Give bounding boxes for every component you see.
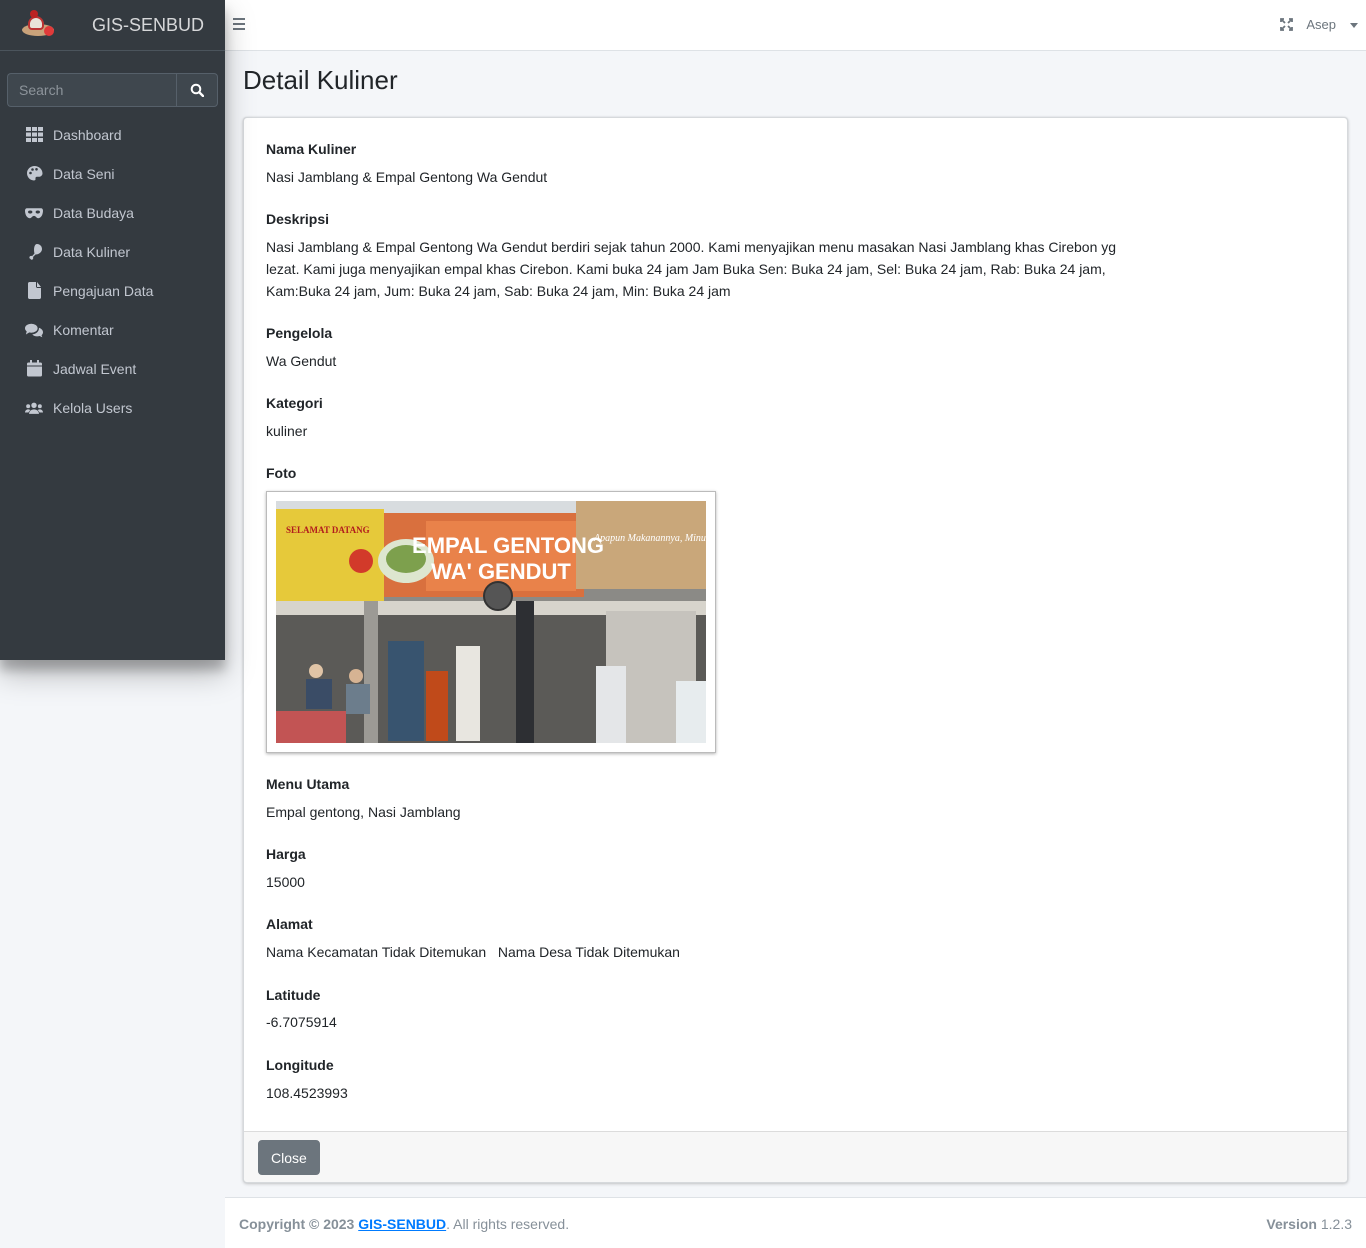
pengelola-label: Pengelola bbox=[266, 325, 333, 341]
grid-icon bbox=[25, 126, 43, 144]
nama-kuliner-label: Nama Kuliner bbox=[266, 141, 357, 157]
restaurant-photo: EMPAL GENTONG WA' GENDUT SELAMAT DATANG … bbox=[276, 501, 706, 743]
brand-name: GIS-SENBUD bbox=[92, 14, 205, 35]
search-input[interactable] bbox=[7, 73, 176, 107]
brand-link[interactable]: GIS-SENBUD bbox=[0, 0, 225, 51]
pengelola-value: Wa Gendut bbox=[266, 353, 337, 369]
menu-utama-value: Empal gentong, Nasi Jamblang bbox=[266, 804, 461, 820]
sidebar-item-dashboard[interactable]: Dashboard bbox=[0, 115, 225, 154]
rights-text: . All rights reserved. bbox=[446, 1216, 570, 1232]
sidebar-item-label: Kelola Users bbox=[53, 399, 133, 416]
foto-sign-sub: WA' GENDUT bbox=[431, 559, 571, 584]
harga-value: 15000 bbox=[266, 874, 305, 890]
kategori-value: kuliner bbox=[266, 423, 308, 439]
longitude-label: Longitude bbox=[266, 1057, 334, 1073]
close-button[interactable]: Close bbox=[258, 1140, 320, 1175]
nama-kuliner-value: Nasi Jamblang & Empal Gentong Wa Gendut bbox=[266, 169, 548, 185]
sidebar-item-label: Dashboard bbox=[53, 126, 122, 143]
foto-thumbnail[interactable]: EMPAL GENTONG WA' GENDUT SELAMAT DATANG … bbox=[266, 491, 716, 753]
page-title: Detail Kuliner bbox=[243, 65, 398, 95]
sidebar-item-label: Komentar bbox=[53, 321, 114, 338]
copyright: Copyright © 2023 GIS-SENBUD. All rights … bbox=[239, 1216, 569, 1232]
page-footer: Copyright © 2023 GIS-SENBUD. All rights … bbox=[225, 1197, 1366, 1248]
longitude-value: 108.4523993 bbox=[266, 1085, 348, 1101]
brand-logo-icon bbox=[20, 10, 56, 40]
sidebar-item-label: Jadwal Event bbox=[53, 360, 137, 377]
card-footer: Close bbox=[244, 1131, 1347, 1182]
alamat-label: Alamat bbox=[266, 916, 313, 932]
search-button[interactable] bbox=[176, 73, 218, 107]
sidebar-item-label: Data Budaya bbox=[53, 204, 134, 221]
chevron-down-icon[interactable] bbox=[1350, 23, 1358, 28]
harga-label: Harga bbox=[266, 846, 306, 862]
latitude-value: -6.7075914 bbox=[266, 1014, 337, 1030]
sidebar-item-jadwal-event[interactable]: Jadwal Event bbox=[0, 349, 225, 388]
detail-card: Nama Kuliner Nasi Jamblang & Empal Gento… bbox=[243, 117, 1348, 1183]
sidebar-item-data-kuliner[interactable]: Data Kuliner bbox=[0, 232, 225, 271]
sidebar-item-label: Pengajuan Data bbox=[53, 282, 154, 299]
sidebar: GIS-SENBUD Dashboard Data Seni Data Buda… bbox=[0, 0, 225, 660]
fullscreen-icon[interactable] bbox=[1280, 18, 1293, 31]
deskripsi-value: Nasi Jamblang & Empal Gentong Wa Gendut … bbox=[266, 239, 1117, 299]
sidebar-item-kelola-users[interactable]: Kelola Users bbox=[0, 388, 225, 427]
sidebar-item-pengajuan-data[interactable]: Pengajuan Data bbox=[0, 271, 225, 310]
calendar-icon bbox=[25, 360, 43, 378]
sidebar-item-label: Data Kuliner bbox=[53, 243, 131, 260]
version: Version 1.2.3 bbox=[1266, 1216, 1352, 1232]
version-number: 1.2.3 bbox=[1320, 1216, 1352, 1232]
mask-icon bbox=[25, 204, 43, 222]
sidebar-nav: Dashboard Data Seni Data Budaya Data Kul… bbox=[0, 115, 225, 427]
search-icon bbox=[190, 83, 204, 97]
file-icon bbox=[25, 282, 43, 300]
alamat-value: Nama Kecamatan Tidak Ditemukan Nama Desa… bbox=[266, 944, 680, 960]
deskripsi-label: Deskripsi bbox=[266, 211, 330, 227]
top-navbar: Asep bbox=[225, 0, 1366, 51]
drumstick-icon bbox=[25, 243, 43, 261]
sidebar-item-data-budaya[interactable]: Data Budaya bbox=[0, 193, 225, 232]
copyright-text: Copyright © 2023 bbox=[239, 1216, 355, 1232]
kategori-label: Kategori bbox=[266, 395, 323, 411]
sidebar-item-label: Data Seni bbox=[53, 165, 115, 182]
menu-utama-label: Menu Utama bbox=[266, 776, 350, 792]
version-label: Version bbox=[1266, 1216, 1317, 1232]
user-menu[interactable]: Asep bbox=[1306, 17, 1336, 32]
restaurant-photo-illustration: EMPAL GENTONG WA' GENDUT SELAMAT DATANG … bbox=[276, 501, 706, 743]
sidebar-search bbox=[7, 73, 218, 107]
sidebar-item-komentar[interactable]: Komentar bbox=[0, 310, 225, 349]
palette-icon bbox=[25, 165, 43, 183]
latitude-label: Latitude bbox=[266, 987, 321, 1003]
foto-label: Foto bbox=[266, 465, 297, 481]
foto-sign-welcome: SELAMAT DATANG bbox=[286, 525, 370, 535]
comments-icon bbox=[25, 321, 43, 339]
foto-sign-slogan: Apapun Makanannya, Minumnya... bbox=[593, 533, 706, 544]
footer-brand-link[interactable]: GIS-SENBUD bbox=[358, 1216, 446, 1232]
users-icon bbox=[25, 399, 43, 417]
sidebar-item-data-seni[interactable]: Data Seni bbox=[0, 154, 225, 193]
foto-sign-main: EMPAL GENTONG bbox=[412, 533, 604, 558]
menu-toggle-icon[interactable] bbox=[233, 18, 245, 30]
